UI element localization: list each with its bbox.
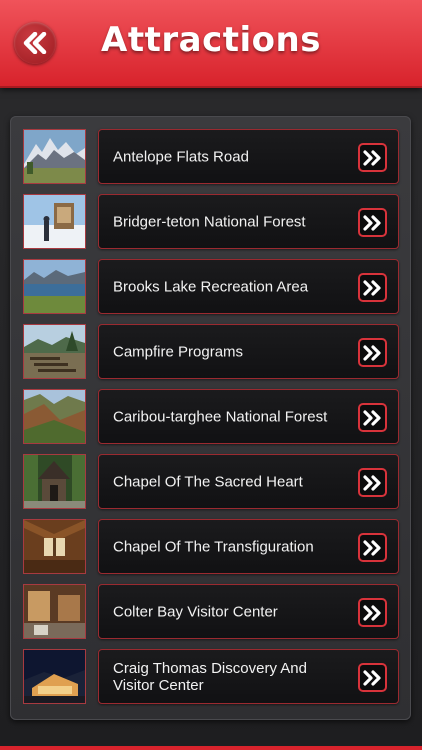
- attraction-button[interactable]: Antelope Flats Road: [98, 129, 399, 184]
- list-item[interactable]: Chapel Of The Sacred Heart: [23, 454, 399, 510]
- list-item[interactable]: Brooks Lake Recreation Area: [23, 259, 399, 315]
- bottom-accent-bar: [0, 746, 422, 750]
- attraction-thumbnail: [23, 454, 86, 509]
- double-chevron-right-icon[interactable]: [358, 598, 387, 627]
- double-chevron-right-icon[interactable]: [358, 468, 387, 497]
- double-chevron-right-icon[interactable]: [358, 403, 387, 432]
- attraction-label: Chapel Of The Transfiguration: [113, 538, 314, 555]
- attraction-thumbnail: [23, 194, 86, 249]
- app-header: Attractions: [0, 0, 422, 88]
- attraction-label: Chapel Of The Sacred Heart: [113, 473, 303, 490]
- list-item[interactable]: Campfire Programs: [23, 324, 399, 380]
- double-chevron-right-icon[interactable]: [358, 338, 387, 367]
- attraction-button[interactable]: Colter Bay Visitor Center: [98, 584, 399, 639]
- list-item[interactable]: Craig Thomas Discovery And Visitor Cente…: [23, 649, 399, 705]
- attraction-thumbnail: [23, 649, 86, 704]
- attraction-thumbnail: [23, 129, 86, 184]
- attraction-label: Bridger-teton National Forest: [113, 213, 306, 230]
- attraction-button[interactable]: Caribou-targhee National Forest: [98, 389, 399, 444]
- attractions-list: Antelope Flats Road Bridger-teton Nation…: [10, 116, 411, 720]
- page-title: Attractions: [101, 20, 321, 60]
- attraction-label: Caribou-targhee National Forest: [113, 408, 328, 425]
- list-item[interactable]: Bridger-teton National Forest: [23, 194, 399, 250]
- double-chevron-right-icon[interactable]: [358, 143, 387, 172]
- attraction-button[interactable]: Chapel Of The Sacred Heart: [98, 454, 399, 509]
- list-item[interactable]: Caribou-targhee National Forest: [23, 389, 399, 445]
- attraction-label: Campfire Programs: [113, 343, 244, 360]
- attraction-button[interactable]: Chapel Of The Transfiguration: [98, 519, 399, 574]
- double-chevron-right-icon[interactable]: [358, 273, 387, 302]
- attraction-button[interactable]: Campfire Programs: [98, 324, 399, 379]
- attraction-label: Brooks Lake Recreation Area: [113, 278, 309, 295]
- attraction-thumbnail: [23, 389, 86, 444]
- list-item[interactable]: Antelope Flats Road: [23, 129, 399, 185]
- attraction-button[interactable]: Bridger-teton National Forest: [98, 194, 399, 249]
- list-item[interactable]: Colter Bay Visitor Center: [23, 584, 399, 640]
- attraction-label: Antelope Flats Road: [113, 148, 249, 165]
- double-chevron-right-icon[interactable]: [358, 663, 387, 692]
- double-chevron-right-icon[interactable]: [358, 533, 387, 562]
- attraction-thumbnail: [23, 584, 86, 639]
- attraction-button[interactable]: Brooks Lake Recreation Area: [98, 259, 399, 314]
- attraction-label: Craig Thomas Discovery And Visitor Cente…: [113, 659, 307, 694]
- attraction-thumbnail: [23, 324, 86, 379]
- attraction-thumbnail: [23, 259, 86, 314]
- attraction-thumbnail: [23, 519, 86, 574]
- attraction-label: Colter Bay Visitor Center: [113, 603, 278, 620]
- attraction-button[interactable]: Craig Thomas Discovery And Visitor Cente…: [98, 649, 399, 704]
- double-chevron-right-icon[interactable]: [358, 208, 387, 237]
- list-item[interactable]: Chapel Of The Transfiguration: [23, 519, 399, 575]
